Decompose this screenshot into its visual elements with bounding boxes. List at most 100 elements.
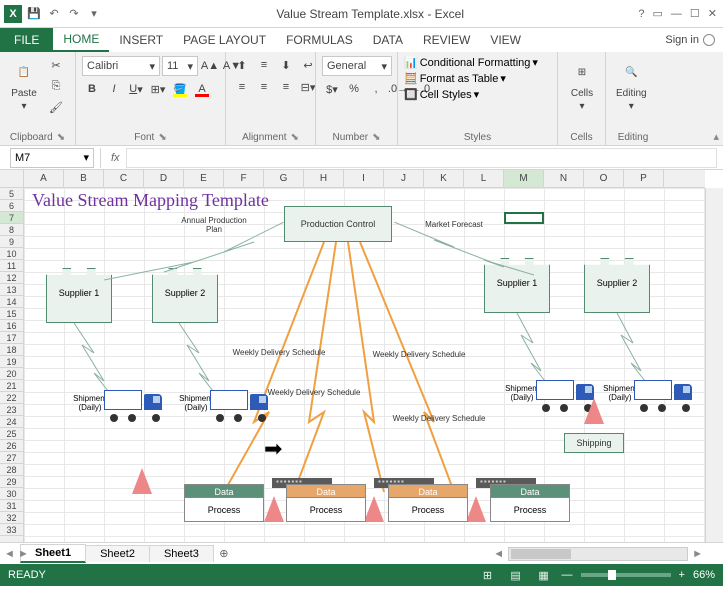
data-box-4[interactable]: DataProcess xyxy=(490,484,570,522)
horizontal-scrollbar[interactable] xyxy=(508,547,688,561)
fill-color-button[interactable]: 🪣 xyxy=(170,80,190,98)
tab-home[interactable]: HOME xyxy=(53,28,109,52)
percent-icon[interactable]: % xyxy=(344,80,364,98)
grid[interactable]: Value Stream Mapping Template Production… xyxy=(24,188,705,546)
zoom-out-icon[interactable]: — xyxy=(562,569,573,581)
group-styles: Styles xyxy=(464,132,491,143)
production-control-box[interactable]: Production Control xyxy=(284,206,392,242)
page-break-view-icon[interactable]: ▦ xyxy=(534,567,554,583)
ribbon-options-icon[interactable]: ▭ xyxy=(653,7,663,20)
close-icon[interactable]: ✕ xyxy=(708,7,717,20)
currency-icon[interactable]: $▾ xyxy=(322,80,342,98)
align-launcher[interactable]: ⬊ xyxy=(291,132,299,143)
cells-button[interactable]: ⊞Cells▾ xyxy=(564,56,600,114)
column-headers[interactable]: ABCDEFGHIJKLMNOP xyxy=(24,170,705,188)
tab-view[interactable]: VIEW xyxy=(480,28,531,52)
truck-1[interactable] xyxy=(104,390,162,418)
align-center-icon[interactable]: ≡ xyxy=(254,78,274,96)
supplier-1b[interactable]: Supplier 1 xyxy=(484,273,550,313)
wrap-text-icon[interactable]: ↩ xyxy=(298,56,318,74)
tab-review[interactable]: REVIEW xyxy=(413,28,480,52)
vertical-scrollbar[interactable] xyxy=(705,188,723,546)
tab-data[interactable]: DATA xyxy=(363,28,413,52)
underline-button[interactable]: U▾ xyxy=(126,80,146,98)
window-title: Value Stream Template.xlsx - Excel xyxy=(102,7,638,21)
data-box-1[interactable]: DataProcess xyxy=(184,484,264,522)
shipping-box[interactable]: Shipping xyxy=(564,433,624,453)
cell-styles-button[interactable]: 🔲 Cell Styles▾ xyxy=(404,88,479,101)
excel-logo xyxy=(4,5,22,23)
align-bottom-icon[interactable]: ⬇ xyxy=(276,56,296,74)
wds-3: Weekly Delivery Schedule xyxy=(259,388,369,397)
format-painter-icon[interactable]: 🖌 xyxy=(46,98,66,116)
select-all-button[interactable] xyxy=(0,170,24,188)
font-color-button[interactable]: A xyxy=(192,80,212,98)
align-left-icon[interactable]: ≡ xyxy=(232,78,252,96)
truck-2[interactable] xyxy=(210,390,268,418)
border-button[interactable]: ⊞▾ xyxy=(148,80,168,98)
row-headers[interactable]: 5678910111213141516171819202122232425262… xyxy=(0,188,24,546)
font-size[interactable]: 11▾ xyxy=(162,56,198,76)
collapse-ribbon-icon[interactable]: ▴ xyxy=(713,130,719,143)
format-as-table-button[interactable]: 🧮 Format as Table▾ xyxy=(404,72,506,85)
zoom-in-icon[interactable]: + xyxy=(679,569,685,581)
tab-formulas[interactable]: FORMULAS xyxy=(276,28,363,52)
normal-view-icon[interactable]: ⊞ xyxy=(478,567,498,583)
copy-icon[interactable]: ⎘ xyxy=(46,77,66,95)
number-format[interactable]: General▾ xyxy=(322,56,392,76)
maximize-icon[interactable]: ☐ xyxy=(690,7,700,20)
triangle-4 xyxy=(364,496,384,522)
redo-icon[interactable]: ↷ xyxy=(66,6,82,22)
tab-file[interactable]: FILE xyxy=(0,28,53,52)
supplier-2a[interactable]: Supplier 2 xyxy=(152,283,218,323)
shipment-lbl-2: Shipment (Daily) xyxy=(178,394,214,412)
help-icon[interactable]: ? xyxy=(638,8,644,20)
cut-icon[interactable]: ✂ xyxy=(46,56,66,74)
zoom-level[interactable]: 66% xyxy=(693,569,715,581)
editing-button[interactable]: 🔍Editing▾ xyxy=(612,56,651,114)
shipment-lbl-4: Shipment (Daily) xyxy=(602,384,638,402)
italic-button[interactable]: I xyxy=(104,80,124,98)
data-box-2[interactable]: DataProcess xyxy=(286,484,366,522)
name-box[interactable]: M7▾ xyxy=(10,148,94,168)
group-font: Font xyxy=(134,132,154,143)
number-launcher[interactable]: ⬊ xyxy=(372,132,380,143)
wds-1: Weekly Delivery Schedule xyxy=(224,348,334,357)
sign-in[interactable]: Sign in xyxy=(657,34,723,46)
grow-font-icon[interactable]: A▲ xyxy=(200,57,220,75)
bold-button[interactable]: B xyxy=(82,80,102,98)
formula-input[interactable] xyxy=(126,148,717,168)
zoom-slider[interactable] xyxy=(581,573,671,577)
font-launcher[interactable]: ⬊ xyxy=(158,132,166,143)
comma-icon[interactable]: , xyxy=(366,80,386,98)
font-name[interactable]: Calibri▾ xyxy=(82,56,160,76)
data-box-3[interactable]: DataProcess xyxy=(388,484,468,522)
save-icon[interactable]: 💾 xyxy=(26,6,42,22)
paste-button[interactable]: 📋Paste▾ xyxy=(6,56,42,114)
sheet-tab-3[interactable]: Sheet3 xyxy=(149,545,214,562)
align-top-icon[interactable]: ⬆ xyxy=(232,56,252,74)
sheet-tab-2[interactable]: Sheet2 xyxy=(85,545,150,562)
align-middle-icon[interactable]: ≡ xyxy=(254,56,274,74)
align-right-icon[interactable]: ≡ xyxy=(276,78,296,96)
clipboard-launcher[interactable]: ⬊ xyxy=(57,132,65,143)
page-layout-view-icon[interactable]: ▤ xyxy=(506,567,526,583)
truck-4[interactable] xyxy=(634,380,692,408)
qat-more-icon[interactable]: ▾ xyxy=(86,6,102,22)
triangle-3 xyxy=(264,496,284,522)
triangle-2 xyxy=(132,468,152,494)
undo-icon[interactable]: ↶ xyxy=(46,6,62,22)
tab-page-layout[interactable]: PAGE LAYOUT xyxy=(173,28,276,52)
tab-insert[interactable]: INSERT xyxy=(109,28,173,52)
fx-icon[interactable]: fx xyxy=(105,152,126,164)
merge-icon[interactable]: ⊟▾ xyxy=(298,78,318,96)
wds-4: Weekly Delivery Schedule xyxy=(384,414,494,423)
arrow-right-icon: ➡ xyxy=(264,436,282,462)
supplier-1a[interactable]: Supplier 1 xyxy=(46,283,112,323)
minimize-icon[interactable]: — xyxy=(671,8,682,20)
sheet-tab-1[interactable]: Sheet1 xyxy=(20,544,86,563)
new-sheet-button[interactable]: ⊕ xyxy=(213,543,235,565)
sheet-nav-prev-icon[interactable]: ◄ ► xyxy=(4,548,29,560)
conditional-formatting-button[interactable]: 📊 Conditional Formatting▾ xyxy=(404,56,538,69)
supplier-2b[interactable]: Supplier 2 xyxy=(584,273,650,313)
